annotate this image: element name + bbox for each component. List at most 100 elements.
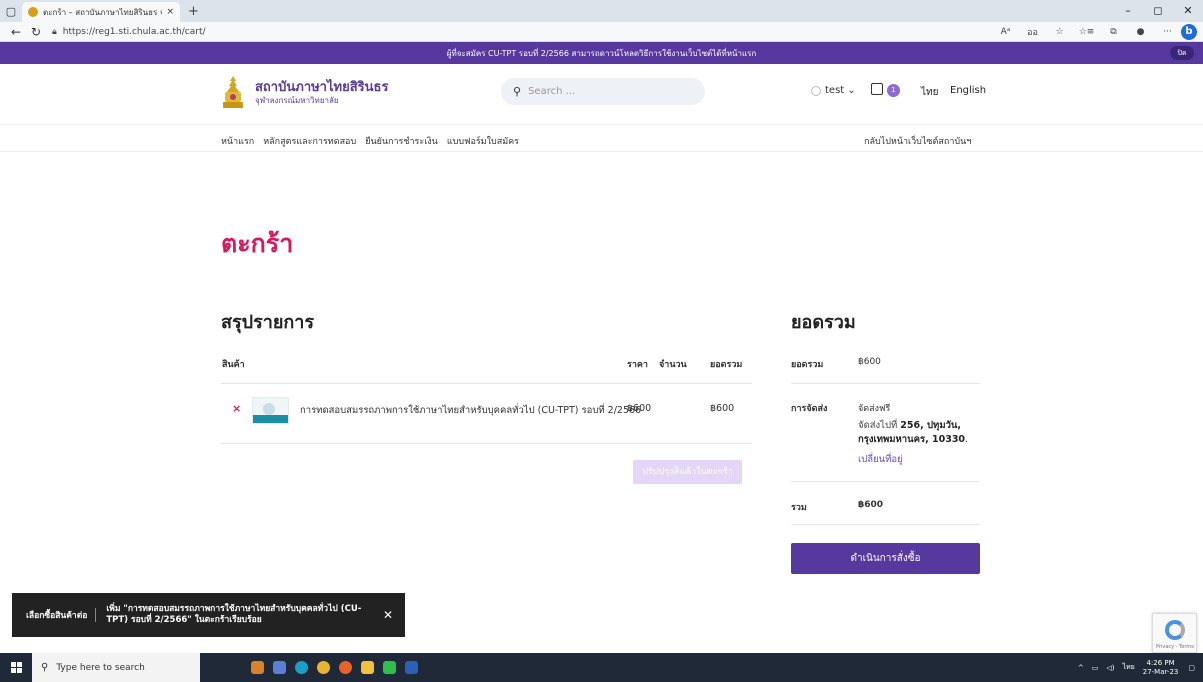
nav-item-application-form[interactable]: แบบฟอร์มใบสมัคร [447,134,519,148]
windows-start-icon[interactable] [0,662,32,673]
cart-icon[interactable] [871,83,883,95]
shipping-address: จัดส่งไปที่ 256, ปทุมวัน, กรุงเทพมหานคร,… [858,420,969,445]
shipping-label: การจัดส่ง [791,404,828,414]
new-tab-button[interactable]: + [188,4,199,19]
site-header: สถาบันภาษาไทยสิรินธร จุฬาลงกรณ์มหาวิทยาล… [0,64,1203,124]
address-bar: ← ↻ 🔒︎ https://reg1.sti.chula.ac.th/cart… [0,22,1203,42]
site-logo[interactable]: สถาบันภาษาไทยสิรินธร จุฬาลงกรณ์มหาวิทยาล… [221,75,388,111]
translate-icon[interactable]: ออ [1019,25,1046,39]
logo-subtitle: จุฬาลงกรณ์มหาวิทยาลัย [255,96,339,105]
table-divider [221,383,752,384]
back-to-institute-link[interactable]: กลับไปหน้าเว็บไซต์สถาบันฯ [864,134,971,148]
back-arrow-icon[interactable]: ← [6,25,26,39]
nav-item-home[interactable]: หน้าแรก [221,134,254,148]
system-tray: ^ ▭ ◁) ไทย 4:26 PM 27-Mar-23 ▢ [1078,653,1203,682]
url-field[interactable]: 🔒︎ https://reg1.sti.chula.ac.th/cart/ [52,27,992,37]
tab-close-icon[interactable]: × [166,7,174,17]
recaptcha-text: Privacy - Terms [1156,644,1194,650]
notice-bar: ผู้ที่จะสมัคร CU-TPT รอบที่ 2/2566 สามาร… [0,42,1203,64]
nav-item-payment-confirm[interactable]: ยืนยันการชำระเงิน [365,134,438,148]
favorite-star-icon[interactable]: ☆ [1046,27,1073,37]
lock-icon[interactable]: 🔒︎ [52,27,57,37]
subtotal-label: ยอดรวม [791,360,824,370]
subtotal-value: ฿600 [858,357,881,367]
profile-icon[interactable]: ● [1127,27,1154,37]
lang-english-link[interactable]: English [950,85,986,96]
clock-time: 4:26 PM [1146,658,1175,667]
browser-tab[interactable]: ตะกร้า – สถาบันภาษาไทยสิรินธร จุฬาฯ × [22,2,180,22]
summary-title: สรุปรายการ [221,312,315,333]
notice-text: ผู้ที่จะสมัคร CU-TPT รอบที่ 2/2566 สามาร… [446,48,757,58]
lang-thai-link[interactable]: ไทย [921,85,938,100]
line-app-icon[interactable] [378,653,400,682]
page-title: ตะกร้า [221,229,294,258]
col-header-total: ยอดรวม [710,360,743,370]
url-text: https://reg1.sti.chula.ac.th/cart/ [62,26,206,37]
totals-title: ยอดรวม [791,312,856,333]
toast-close-icon[interactable]: ✕ [371,608,405,622]
minimize-button[interactable]: – [1113,0,1143,22]
col-header-qty: จำนวน [659,360,687,370]
col-header-product: สินค้า [222,360,245,370]
taskbar-apps [246,653,422,682]
checkout-button[interactable]: ดำเนินการสั่งซื้อ [791,543,980,574]
taskbar-search-placeholder: Type here to search [56,662,145,673]
more-menu-icon[interactable]: ··· [1154,27,1181,37]
user-name: test [825,85,845,96]
window-controls: – ◻ ✕ [1113,0,1203,22]
taskbar-clock[interactable]: 4:26 PM 27-Mar-23 [1143,659,1179,677]
toast-message: เพิ่ม "การทดสอบสมรรถภาพการใช้ภาษาไทยสำหร… [106,604,362,625]
windows-taskbar: ⚲ Type here to search ^ ▭ ◁) ไทย 4:26 PM… [0,653,1203,682]
browser-tabbar: ▢ ตะกร้า – สถาบันภาษาไทยสิรินธร จุฬาฯ × … [0,0,1203,22]
edge-browser-icon[interactable] [290,653,312,682]
totals-divider [791,481,980,482]
collections-icon[interactable]: ⧉ [1100,27,1127,37]
file-explorer-icon[interactable] [356,653,378,682]
product-thumbnail[interactable] [252,397,289,424]
main-nav: หน้าแรก หลักสูตรและการทดสอบ ยืนยันการชำร… [0,124,1203,152]
tray-chevron-up-icon[interactable]: ^ [1078,664,1084,672]
search-icon: ⚲ [41,662,49,673]
notifications-icon[interactable]: ▢ [1188,664,1195,672]
taskbar-search-input[interactable]: ⚲ Type here to search [32,653,200,682]
notice-close-button[interactable]: ปิด [1170,46,1194,60]
site-favicon-icon [28,7,38,17]
volume-icon[interactable]: ◁) [1106,664,1114,672]
total-value: ฿600 [858,500,884,510]
user-menu[interactable]: test ⌄ [811,85,856,96]
app-icon-1[interactable] [246,653,268,682]
change-address-link[interactable]: เปลี่ยนที่อยู่ [858,452,903,467]
recaptcha-badge[interactable]: Privacy - Terms [1152,613,1197,653]
search-placeholder: Search ... [528,86,576,97]
refresh-icon[interactable]: ↻ [26,25,46,39]
read-aloud-icon[interactable]: Aᵃ [992,27,1019,37]
bing-chat-icon[interactable]: b [1181,23,1197,40]
network-icon[interactable]: ▭ [1092,664,1099,672]
product-subtotal: ฿600 [710,403,735,414]
table-divider [221,443,752,444]
search-input[interactable]: ⚲ Search ... [501,78,705,105]
continue-shopping-link[interactable]: เลือกซื้อสินค้าต่อ [12,608,97,622]
tab-actions-icon[interactable]: ▢ [0,0,22,22]
firefox-icon[interactable] [334,653,356,682]
word-icon[interactable] [400,653,422,682]
app-icon-2[interactable] [268,653,290,682]
cart-count-badge: 1 [887,84,900,97]
input-language[interactable]: ไทย [1122,662,1134,673]
favorites-icon[interactable]: ☆≡ [1073,27,1100,37]
restore-button[interactable]: ◻ [1143,0,1173,22]
added-to-cart-toast: เลือกซื้อสินค้าต่อ เพิ่ม "การทดสอบสมรรถภ… [12,593,405,637]
remove-item-icon[interactable]: × [232,402,241,415]
ship-to-prefix: จัดส่งไปที่ [858,420,898,431]
clock-date: 27-Mar-23 [1142,667,1179,676]
university-emblem-icon [223,76,243,108]
total-label: รวม [791,503,807,513]
search-icon: ⚲ [513,85,522,98]
nav-item-courses[interactable]: หลักสูตรและการทดสอบ [263,134,356,148]
update-cart-button[interactable]: ปรับปรุงสินค้าในตะกร้า [633,460,742,484]
chrome-icon[interactable] [312,653,334,682]
product-name-link[interactable]: การทดสอบสมรรถภาพการใช้ภาษาไทยสำหรับบุคคล… [300,403,641,418]
chevron-down-icon: ⌄ [844,85,856,96]
totals-divider [791,524,980,525]
close-window-button[interactable]: ✕ [1173,0,1203,22]
